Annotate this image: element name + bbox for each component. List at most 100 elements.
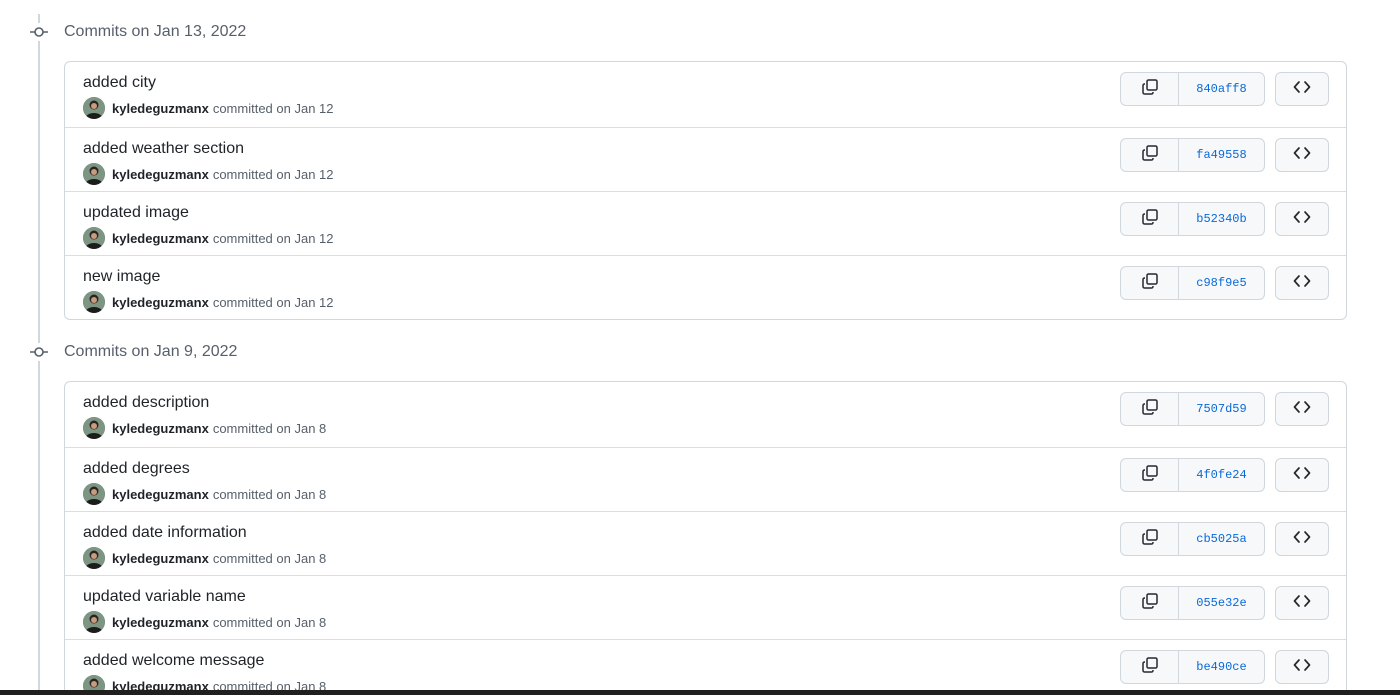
commit-meta: kyledeguzmanx committed on Jan 12 [83,97,334,119]
copy-sha-button[interactable] [1121,651,1179,683]
git-commit-icon [30,23,48,41]
commit-message-link[interactable]: added degrees [83,460,190,478]
taskbar-edge [0,690,1400,695]
commit-actions: 840aff8 [1120,72,1265,106]
commit-message-link[interactable]: added date information [83,524,247,542]
code-icon [1293,210,1311,229]
commit-group-title: Commits on Jan 13, 2022 [64,23,247,40]
commit-group-title: Commits on Jan 9, 2022 [64,343,238,360]
copy-icon [1141,78,1159,101]
browse-repo-button[interactable] [1275,392,1329,426]
commit-sha-link[interactable]: 4f0fe24 [1179,459,1264,491]
copy-icon [1141,272,1159,295]
commit-row: new image kyledeguzmanx committed on Jan… [65,255,1346,319]
commit-meta: kyledeguzmanx committed on Jan 8 [83,547,326,569]
copy-icon [1141,398,1159,421]
commit-date: committed on Jan 8 [212,614,327,630]
browse-repo-button[interactable] [1275,72,1329,106]
copy-sha-button[interactable] [1121,459,1179,491]
copy-sha-button[interactable] [1121,73,1179,105]
author-link[interactable]: kyledeguzmanx [112,295,209,310]
author-link[interactable]: kyledeguzmanx [112,101,209,116]
commit-message-link[interactable]: added description [83,394,209,412]
commit-date: committed on Jan 12 [212,230,334,246]
browse-repo-button[interactable] [1275,266,1329,300]
avatar[interactable] [83,547,105,569]
avatar[interactable] [83,611,105,633]
commit-row: updated variable name kyledeguzmanx comm… [65,575,1346,639]
commit-actions: c98f9e5 [1120,266,1265,300]
avatar[interactable] [83,483,105,505]
browse-repo-button[interactable] [1275,650,1329,684]
commit-sha-link[interactable]: be490ce [1179,651,1264,683]
author-link[interactable]: kyledeguzmanx [112,421,209,436]
commit-message-link[interactable]: updated image [83,204,189,222]
avatar[interactable] [83,163,105,185]
commit-date: committed on Jan 12 [212,100,334,116]
code-icon [1293,530,1311,549]
git-commit-icon [30,343,48,361]
commit-message-link[interactable]: added welcome message [83,652,264,670]
code-icon [1293,594,1311,613]
commit-date: committed on Jan 12 [212,166,334,182]
commit-meta: kyledeguzmanx committed on Jan 12 [83,291,334,313]
code-icon [1293,274,1311,293]
copy-icon [1141,144,1159,167]
code-icon [1293,466,1311,485]
code-icon [1293,400,1311,419]
commit-message-link[interactable]: updated variable name [83,588,246,606]
author-link[interactable]: kyledeguzmanx [112,551,209,566]
copy-icon [1141,208,1159,231]
commit-sha-link[interactable]: c98f9e5 [1179,267,1264,299]
commit-actions: cb5025a [1120,522,1265,556]
commit-sha-link[interactable]: 840aff8 [1179,73,1264,105]
browse-repo-button[interactable] [1275,458,1329,492]
commit-date: committed on Jan 8 [212,550,327,566]
commit-history: Commits on Jan 13, 2022 added city kyled… [0,0,1400,695]
copy-icon [1141,592,1159,615]
commit-sha-link[interactable]: 7507d59 [1179,393,1264,425]
commit-list: added description kyledeguzmanx committe… [64,381,1347,695]
commit-actions: 055e32e [1120,586,1265,620]
copy-sha-button[interactable] [1121,203,1179,235]
commit-actions: 7507d59 [1120,392,1265,426]
avatar[interactable] [83,417,105,439]
commit-message-link[interactable]: added city [83,74,156,92]
browse-repo-button[interactable] [1275,522,1329,556]
commit-date: committed on Jan 8 [212,420,327,436]
browse-repo-button[interactable] [1275,202,1329,236]
commit-meta: kyledeguzmanx committed on Jan 8 [83,483,326,505]
author-link[interactable]: kyledeguzmanx [112,231,209,246]
commit-actions: be490ce [1120,650,1265,684]
browse-repo-button[interactable] [1275,138,1329,172]
avatar[interactable] [83,97,105,119]
commit-sha-link[interactable]: cb5025a [1179,523,1264,555]
avatar[interactable] [83,227,105,249]
author-link[interactable]: kyledeguzmanx [112,615,209,630]
commit-row: added degrees kyledeguzmanx committed on… [65,447,1346,511]
copy-sha-button[interactable] [1121,393,1179,425]
commit-row: added date information kyledeguzmanx com… [65,511,1346,575]
commit-sha-link[interactable]: b52340b [1179,203,1264,235]
commit-meta: kyledeguzmanx committed on Jan 8 [83,417,326,439]
commit-message-link[interactable]: added weather section [83,140,244,158]
browse-repo-button[interactable] [1275,586,1329,620]
commit-date: committed on Jan 12 [212,294,334,310]
author-link[interactable]: kyledeguzmanx [112,167,209,182]
commit-actions: b52340b [1120,202,1265,236]
commit-list: added city kyledeguzmanx committed on Ja… [64,61,1347,320]
copy-sha-button[interactable] [1121,139,1179,171]
copy-sha-button[interactable] [1121,587,1179,619]
commit-sha-link[interactable]: 055e32e [1179,587,1264,619]
avatar[interactable] [83,291,105,313]
author-link[interactable]: kyledeguzmanx [112,487,209,502]
commit-row: updated image kyledeguzmanx committed on… [65,191,1346,255]
copy-sha-button[interactable] [1121,523,1179,555]
copy-sha-button[interactable] [1121,267,1179,299]
commit-date: committed on Jan 8 [212,486,327,502]
commit-row: added city kyledeguzmanx committed on Ja… [65,62,1346,127]
commit-message-link[interactable]: new image [83,268,160,286]
commit-row: added weather section kyledeguzmanx comm… [65,127,1346,191]
commit-sha-link[interactable]: fa49558 [1179,139,1264,171]
code-icon [1293,146,1311,165]
